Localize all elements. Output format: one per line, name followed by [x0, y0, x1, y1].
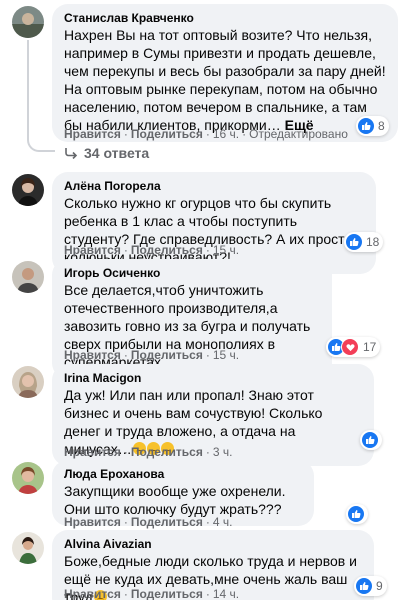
comment-actions: Нравится · Поделиться · 15 ч. [64, 243, 240, 257]
like-icon [358, 118, 374, 134]
reaction-count: 18 [366, 235, 380, 249]
comment-actions: Нравится · Поделиться · 16 ч. · Отредактирован… [64, 127, 348, 141]
share-button[interactable]: Поделиться [131, 348, 203, 362]
reaction-summary[interactable] [346, 504, 368, 524]
reaction-summary[interactable]: 17 [326, 337, 381, 357]
avatar[interactable] [12, 174, 44, 206]
share-button[interactable]: Поделиться [131, 587, 203, 600]
timestamp[interactable]: 3 ч. [213, 445, 233, 459]
like-icon [348, 506, 364, 522]
reaction-summary[interactable]: 8 [356, 116, 389, 136]
like-icon [362, 432, 378, 448]
comment-author[interactable]: Алёна Погорела [64, 178, 364, 194]
like-icon [356, 578, 372, 594]
like-button[interactable]: Нравится [64, 127, 121, 141]
avatar[interactable] [12, 6, 44, 38]
share-button[interactable]: Поделиться [131, 445, 203, 459]
avatar[interactable] [12, 462, 44, 494]
reaction-summary[interactable] [360, 430, 382, 450]
comment-actions: Нравится · Поделиться · 3 ч. [64, 445, 233, 459]
comment-actions: Нравится · Поделиться · 15 ч. [64, 348, 240, 362]
comment-author[interactable]: Alvina Aivazian [64, 536, 362, 552]
comment-actions: Нравится · Поделиться · 4 ч. [64, 515, 233, 529]
reaction-count: 8 [378, 119, 385, 133]
comment-text: Закупщики вообще уже охренели. Они што к… [64, 483, 286, 517]
avatar[interactable] [12, 261, 44, 293]
view-replies-button[interactable]: 34 ответа [64, 145, 149, 161]
reaction-count: 9 [376, 579, 383, 593]
thread-line [27, 40, 29, 140]
share-button[interactable]: Поделиться [131, 127, 203, 141]
like-button[interactable]: Нравится [64, 348, 121, 362]
comment-bubble: Станислав Кравченко Нахрен Вы на тот опт… [52, 4, 398, 142]
timestamp[interactable]: 16 ч. [213, 127, 239, 141]
thread-connector [27, 138, 55, 152]
reaction-count: 17 [363, 340, 377, 354]
timestamp[interactable]: 15 ч. [213, 243, 239, 257]
like-button[interactable]: Нравится [64, 445, 121, 459]
replies-count: 34 ответа [84, 145, 150, 161]
reply-arrow-icon [65, 148, 78, 159]
reaction-summary[interactable]: 9 [354, 576, 387, 596]
timestamp[interactable]: 15 ч. [213, 348, 239, 362]
comment-author[interactable]: Irina Macigon [64, 370, 362, 386]
comment-author[interactable]: Станислав Кравченко [64, 10, 386, 26]
like-button[interactable]: Нравится [64, 587, 121, 600]
comment-author[interactable]: Люда Ероханова [64, 466, 302, 482]
comment-actions: Нравится · Поделиться · 14 ч. [64, 587, 240, 600]
edited-label: Отредактировано [249, 127, 348, 141]
like-button[interactable]: Нравится [64, 243, 121, 257]
share-button[interactable]: Поделиться [131, 515, 203, 529]
share-button[interactable]: Поделиться [131, 243, 203, 257]
like-button[interactable]: Нравится [64, 515, 121, 529]
timestamp[interactable]: 4 ч. [213, 515, 233, 529]
like-icon [346, 234, 362, 250]
comment-author[interactable]: Игорь Осиченко [64, 265, 320, 281]
comment-text: Нахрен Вы на тот оптовый возите? Что нел… [64, 27, 386, 133]
love-icon [341, 338, 359, 356]
avatar[interactable] [12, 532, 44, 564]
reaction-summary[interactable]: 18 [344, 232, 384, 252]
timestamp[interactable]: 14 ч. [213, 587, 239, 600]
avatar[interactable] [12, 366, 44, 398]
